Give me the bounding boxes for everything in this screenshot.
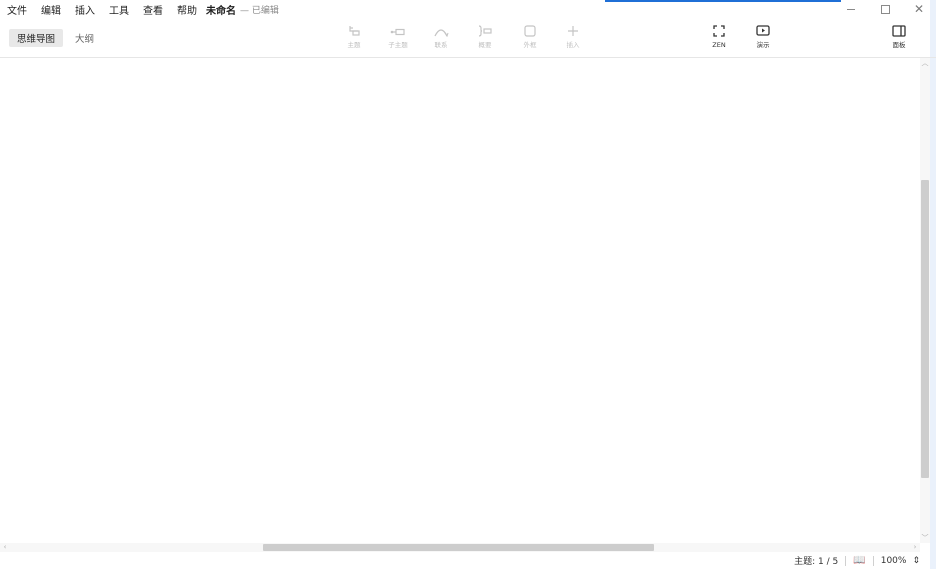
document-title: 未命名 [206, 5, 236, 17]
book-icon[interactable]: 📖 [853, 555, 865, 566]
menu-bar: 文件 编辑 插入 工具 查看 帮助 未命名 — 已编辑 ✕ [0, 0, 936, 18]
window-controls: ✕ [834, 0, 936, 18]
scroll-right-icon[interactable]: › [910, 543, 920, 552]
view-tabs: 思维导图 大纲 [9, 29, 102, 47]
mindmap-canvas[interactable] [0, 58, 920, 543]
horizontal-scroll-thumb[interactable] [263, 544, 654, 551]
summary-button[interactable]: 概要 [467, 25, 503, 53]
zoom-stepper-icon[interactable]: ⇕ [912, 556, 920, 566]
horizontal-scrollbar[interactable]: ‹ › [0, 543, 920, 552]
insert-button[interactable]: 插入 [555, 25, 591, 53]
present-button[interactable]: 演示 [745, 25, 781, 53]
plus-icon [555, 25, 591, 41]
boundary-button[interactable]: 外框 [512, 25, 548, 53]
zen-button[interactable]: ZEN [701, 25, 737, 53]
fullscreen-icon [701, 25, 737, 41]
scroll-up-icon[interactable]: ︿ [920, 58, 930, 68]
scroll-down-icon[interactable]: ﹀ [920, 533, 930, 543]
tab-mindmap[interactable]: 思维导图 [9, 29, 64, 47]
close-button[interactable]: ✕ [902, 0, 936, 18]
menu-view[interactable]: 查看 [136, 2, 170, 17]
scroll-left-icon[interactable]: ‹ [0, 543, 10, 552]
zoom-level[interactable]: 100% [881, 556, 907, 566]
maximize-button[interactable] [868, 0, 902, 18]
vertical-scrollbar[interactable]: ︿ ﹀ [920, 58, 930, 543]
menu-help[interactable]: 帮助 [170, 2, 204, 17]
menu-tools[interactable]: 工具 [102, 2, 136, 17]
relationship-button[interactable]: 联系 [423, 25, 459, 53]
boundary-icon [512, 25, 548, 41]
panel-icon [881, 25, 917, 41]
document-status: — 已编辑 [240, 5, 279, 16]
vertical-scroll-thumb[interactable] [921, 180, 929, 478]
subtopic-icon [380, 25, 416, 41]
relationship-icon [423, 25, 459, 41]
status-divider [845, 555, 847, 566]
topic-button[interactable]: 主题 [336, 25, 372, 53]
play-icon [745, 25, 781, 41]
window-edge [930, 0, 936, 569]
menu-edit[interactable]: 编辑 [34, 2, 68, 17]
panel-button[interactable]: 面板 [881, 25, 917, 53]
toolbar: 思维导图 大纲 主题 子主题 联系 概要 外框 插入 ZEN 演示 面板 [0, 18, 936, 58]
topic-count: 主题: 1 / 5 [794, 557, 839, 567]
menu-insert[interactable]: 插入 [68, 2, 102, 17]
status-bar: 主题: 1 / 5 📖 100% ⇕ [0, 552, 936, 569]
summary-icon [467, 25, 503, 41]
subtopic-button[interactable]: 子主题 [380, 25, 416, 53]
status-divider [872, 555, 874, 566]
menu-file[interactable]: 文件 [0, 2, 34, 17]
minimize-button[interactable] [834, 0, 868, 18]
topic-icon [336, 25, 372, 41]
tab-outline[interactable]: 大纲 [67, 29, 102, 47]
